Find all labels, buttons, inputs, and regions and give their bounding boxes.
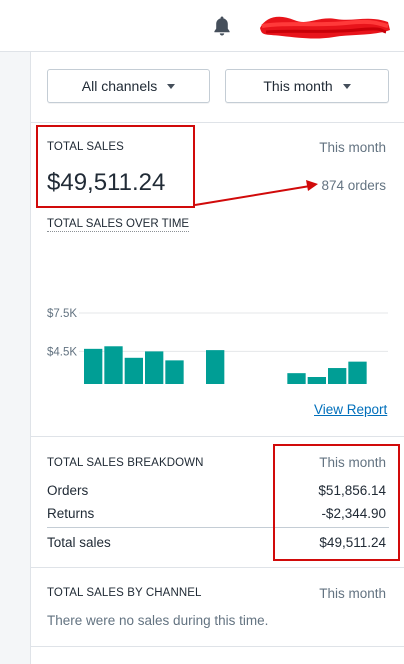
breakdown-total-rule bbox=[47, 527, 389, 528]
section-divider bbox=[31, 646, 404, 647]
total-sales-period: This month bbox=[319, 140, 386, 155]
period-filter-dropdown[interactable]: This month bbox=[225, 69, 389, 103]
notification-bell-icon[interactable] bbox=[212, 15, 232, 37]
breakdown-title: TOTAL SALES BREAKDOWN bbox=[47, 457, 204, 469]
y-tick-label: $7.5K bbox=[47, 308, 77, 320]
chart-bar[interactable] bbox=[328, 368, 347, 384]
chart-bar[interactable] bbox=[307, 377, 326, 384]
by-channel-empty-message: There were no sales during this time. bbox=[47, 613, 269, 628]
left-gutter bbox=[0, 52, 30, 664]
breakdown-returns-label: Returns bbox=[47, 506, 95, 521]
chart-title: TOTAL SALES OVER TIME bbox=[47, 218, 190, 232]
channel-filter-dropdown[interactable]: All channels bbox=[47, 69, 210, 103]
chart-bar[interactable] bbox=[104, 346, 123, 384]
dashboard-panel: All channels This month TOTAL SALES This… bbox=[30, 52, 404, 664]
filter-bar: All channels This month bbox=[47, 69, 389, 105]
chart-bar[interactable] bbox=[145, 351, 164, 384]
breakdown-orders-value: $51,856.14 bbox=[318, 483, 386, 498]
by-channel-period: This month bbox=[319, 586, 386, 601]
section-divider bbox=[31, 436, 404, 437]
view-report-link[interactable]: View Report bbox=[314, 402, 387, 417]
total-sales-value: $49,511.24 bbox=[47, 169, 166, 196]
section-divider bbox=[31, 122, 404, 123]
period-filter-label: This month bbox=[263, 78, 333, 94]
breakdown-period: This month bbox=[319, 455, 386, 470]
chart-bar[interactable] bbox=[206, 350, 225, 384]
chart-bar[interactable] bbox=[84, 348, 103, 384]
y-tick-label: $4.5K bbox=[47, 346, 77, 358]
total-orders-count: 874 orders bbox=[321, 178, 386, 193]
caret-down-icon bbox=[342, 84, 351, 89]
sales-over-time-chart: $7.5K$4.5K$1.5KDec 1Dec 6Dec 11Dec 15 bbox=[47, 308, 388, 384]
breakdown-orders-label: Orders bbox=[47, 483, 89, 498]
breakdown-returns-value: -$2,344.90 bbox=[321, 506, 386, 521]
chart-bar[interactable] bbox=[124, 357, 143, 384]
channel-filter-label: All channels bbox=[81, 78, 158, 94]
total-sales-label: TOTAL SALES bbox=[47, 141, 124, 153]
redacted-account-name bbox=[260, 16, 390, 39]
chart-bar[interactable] bbox=[348, 361, 367, 384]
chart-bar[interactable] bbox=[165, 360, 184, 384]
top-bar bbox=[0, 0, 404, 52]
breakdown-total-label: Total sales bbox=[47, 535, 111, 550]
by-channel-title: TOTAL SALES BY CHANNEL bbox=[47, 587, 202, 599]
caret-down-icon bbox=[167, 84, 176, 89]
breakdown-total-value: $49,511.24 bbox=[319, 535, 386, 550]
chart-bar[interactable] bbox=[287, 373, 306, 384]
section-divider bbox=[31, 567, 404, 568]
